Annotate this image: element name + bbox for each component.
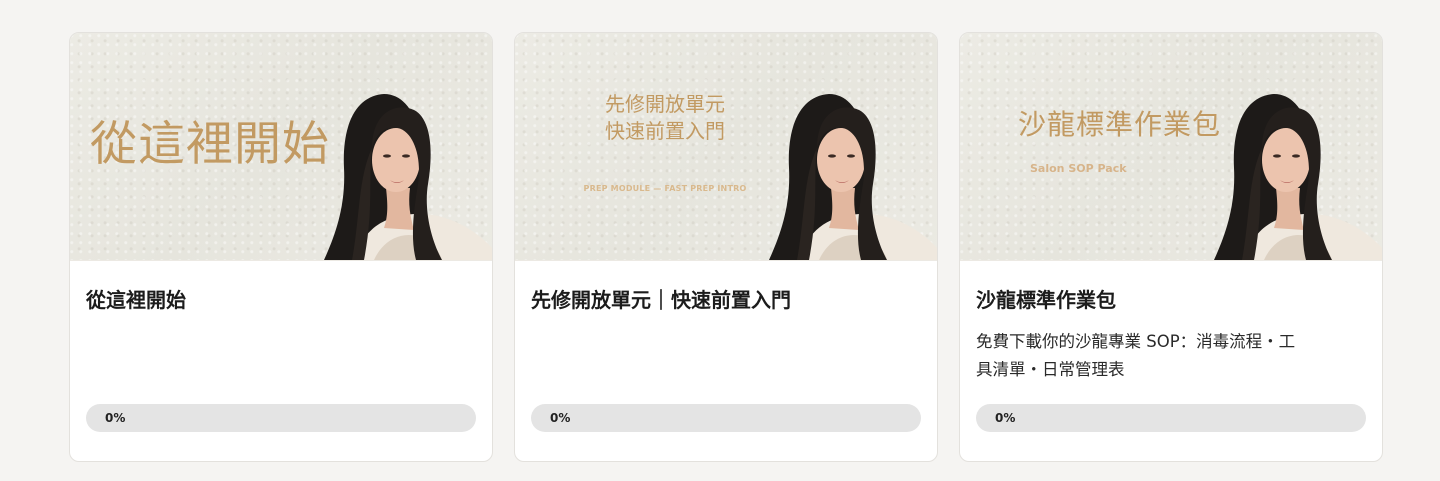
banner-title: 從這裡開始	[90, 117, 330, 172]
course-card-start-here[interactable]: 從這裡開始 從這裡開始 0%	[69, 32, 493, 462]
course-description-line-1: 免費下載你的沙龍專業 SOP：消毒流程・工	[976, 332, 1296, 351]
banner-title: 沙龍標準作業包	[1018, 108, 1222, 141]
progress-label: 0%	[550, 411, 571, 425]
progress-label: 0%	[105, 411, 126, 425]
instructor-portrait-image	[324, 94, 492, 260]
course-grid: 從這裡開始 從這裡開始 0% 先修開放單元 快速前置入門 PREP MODULE…	[69, 32, 1383, 462]
progress-label: 0%	[995, 411, 1016, 425]
course-description-line-2: 具清單・日常管理表	[976, 360, 1125, 379]
course-title[interactable]: 沙龍標準作業包	[976, 287, 1366, 313]
course-title[interactable]: 從這裡開始	[86, 287, 476, 313]
course-banner[interactable]: 先修開放單元 快速前置入門 PREP MODULE — FAST PREP IN…	[515, 33, 937, 261]
instructor-portrait-image	[1214, 94, 1382, 260]
course-banner[interactable]: 從這裡開始	[70, 33, 492, 261]
course-card-salon-sop-pack[interactable]: 沙龍標準作業包 Salon SOP Pack 沙龍標準作業包 免費下載你的沙龍專…	[959, 32, 1383, 462]
progress-bar: 0%	[976, 404, 1366, 432]
course-card-prep-module[interactable]: 先修開放單元 快速前置入門 PREP MODULE — FAST PREP IN…	[514, 32, 938, 462]
progress-bar: 0%	[86, 404, 476, 432]
course-description: 免費下載你的沙龍專業 SOP：消毒流程・工 具清單・日常管理表	[976, 328, 1366, 384]
instructor-portrait-image	[769, 94, 937, 260]
progress-bar: 0%	[531, 404, 921, 432]
banner-subtitle: Salon SOP Pack	[1030, 162, 1127, 175]
course-title[interactable]: 先修開放單元｜快速前置入門	[531, 287, 921, 313]
course-banner[interactable]: 沙龍標準作業包 Salon SOP Pack	[960, 33, 1382, 261]
